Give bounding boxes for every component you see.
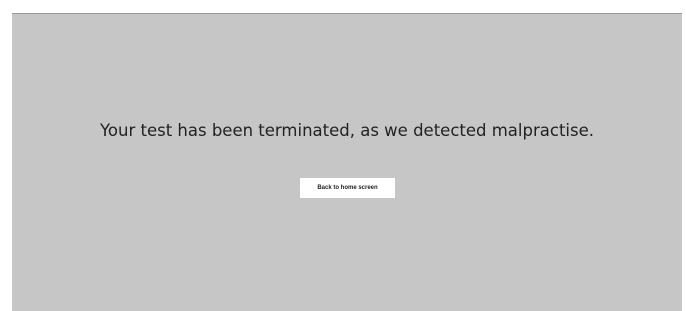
termination-panel: Your test has been terminated, as we det… — [12, 13, 682, 311]
back-to-home-button[interactable]: Back to home screen — [300, 178, 395, 198]
termination-message: Your test has been terminated, as we det… — [100, 121, 594, 140]
